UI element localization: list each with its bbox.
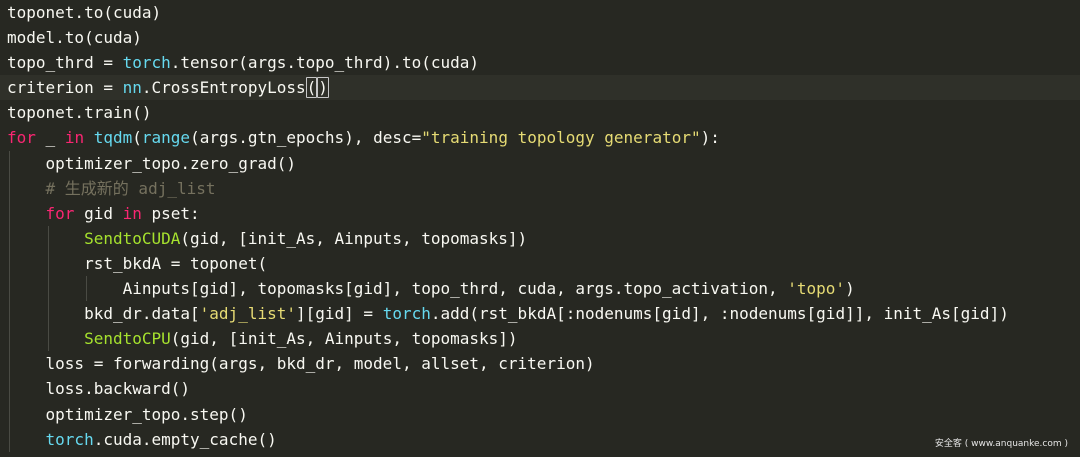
code-token-default: (gid, [init_As, Ainputs, topomasks]) [180, 228, 528, 248]
code-token-string: "training topology generator" [421, 128, 701, 148]
code-token-default: ): [700, 128, 720, 148]
code-token-default: loss = forwarding(args, bkd_dr, model, a… [45, 354, 595, 374]
code-token-default: toponet.train() [7, 103, 152, 123]
code-area[interactable]: toponet.to(cuda) model.to(cuda) topo_thrd … [0, 0, 1080, 452]
code-token-default: ( [132, 128, 142, 148]
code-token-default [84, 128, 94, 147]
code-line[interactable]: model.to(cuda) [7, 25, 1080, 50]
code-line[interactable]: toponet.to(cuda) [7, 0, 1080, 25]
code-line[interactable]: torch.cuda.empty_cache() [7, 426, 1080, 452]
indent-guide [9, 401, 10, 427]
watermark: 安全客 ( www.anquanke.com ) [934, 439, 1068, 449]
code-token-keyword: in [122, 203, 142, 223]
code-token-keyword: for [45, 203, 75, 223]
code-token-default: loss.backward() [45, 379, 191, 399]
indent-guide [9, 326, 10, 352]
code-token-special: SendtoCUDA [84, 228, 181, 248]
indent-guide [47, 326, 49, 352]
code-token-default: (gid, [init_As, Ainputs, topomasks]) [170, 329, 518, 349]
code-token-special: SendtoCPU [84, 329, 171, 349]
code-line[interactable]: optimizer_topo.step() [7, 401, 1080, 427]
code-token-default: gid [74, 203, 123, 223]
code-token-default: topo_thrd = [7, 53, 123, 73]
indent-guide [9, 250, 10, 277]
code-line[interactable]: SendtoCUDA(gid, [init_As, Ainputs, topom… [7, 225, 1080, 251]
code-token-builtin: torch [45, 429, 94, 449]
indent-guide [9, 426, 10, 452]
code-line[interactable]: toponet.train() [7, 100, 1080, 125]
code-line[interactable]: criterion = nn.CrossEntropyLoss() [0, 75, 1080, 101]
indent-guide [47, 250, 49, 277]
code-token-default: _ [35, 128, 65, 148]
code-token-default: pset: [141, 203, 200, 223]
code-token-default: .CrossEntropyLoss [141, 78, 306, 98]
code-token-default: criterion = [7, 78, 123, 98]
code-token-keyword: for [7, 128, 36, 148]
code-line[interactable]: topo_thrd = torch.tensor(args.topo_thrd)… [7, 50, 1080, 75]
code-line[interactable]: loss = forwarding(args, bkd_dr, model, a… [7, 351, 1080, 377]
code-token-string: 'topo' [787, 279, 846, 299]
indent-guide [47, 301, 49, 327]
indent-guide [9, 150, 10, 176]
code-token-default: optimizer_topo.zero_grad() [45, 153, 296, 173]
code-line[interactable]: for gid in pset: [7, 200, 1080, 226]
code-token-builtin: range [141, 128, 191, 148]
code-token-builtin: torch [382, 304, 431, 324]
code-line[interactable]: loss.backward() [7, 376, 1080, 402]
code-token-builtin: nn [122, 78, 142, 98]
indent-guide [9, 200, 10, 226]
code-line[interactable]: Ainputs[gid], topomasks[gid], topo_thrd,… [7, 276, 1080, 302]
code-token-builtin: tqdm [93, 128, 133, 148]
code-token-default: optimizer_topo.step() [45, 404, 248, 424]
code-token-default: Ainputs[gid], topomasks[gid], topo_thrd,… [122, 279, 788, 299]
code-editor[interactable]: toponet.to(cuda) model.to(cuda) topo_thrd … [0, 0, 1080, 457]
indent-guide [9, 351, 10, 377]
code-token-default: .cuda.empty_cache() [93, 429, 277, 449]
code-token-comment: # 生成新的 adj_list [45, 178, 216, 198]
code-line[interactable]: bkd_dr.data['adj_list'][gid] = torch.add… [7, 301, 1080, 327]
code-token-default: .tensor(args.topo_thrd).to(cuda) [170, 53, 480, 73]
code-line[interactable]: # 生成新的 adj_list [7, 175, 1080, 201]
indent-guide [47, 276, 49, 302]
code-token-default: model.to(cuda) [7, 28, 142, 48]
code-token-builtin: torch [122, 53, 171, 73]
code-line[interactable]: optimizer_topo.zero_grad() [7, 150, 1080, 176]
indent-guide [86, 276, 88, 302]
code-token-string: 'adj_list' [199, 304, 296, 324]
indent-guide [9, 376, 10, 402]
code-token-bracket-match: ) [317, 77, 329, 99]
indent-guide [9, 301, 10, 327]
indent-guide [9, 276, 10, 302]
code-token-keyword: in [64, 128, 85, 148]
code-token-default: rst_bkdA = toponet( [84, 253, 268, 273]
code-token-default: (args.gtn_epochs), desc= [190, 128, 422, 148]
code-token-default: ][gid] = [295, 304, 383, 324]
code-token-default: bkd_dr.data[ [84, 304, 200, 324]
code-token-default: .add(rst_bkdA[:nodenums[gid], :nodenums[… [430, 304, 1009, 324]
code-token-default: toponet.to(cuda) [7, 3, 162, 22]
indent-guide [9, 225, 10, 251]
indent-guide [9, 175, 10, 201]
code-token-default: ) [845, 279, 855, 299]
code-line[interactable]: for _ in tqdm(range(args.gtn_epochs), de… [7, 125, 1080, 150]
code-line[interactable]: rst_bkdA = toponet( [7, 250, 1080, 277]
code-token-bracket-match: ( [305, 77, 318, 99]
code-line[interactable]: SendtoCPU(gid, [init_As, Ainputs, topoma… [7, 326, 1080, 352]
indent-guide [47, 225, 49, 251]
